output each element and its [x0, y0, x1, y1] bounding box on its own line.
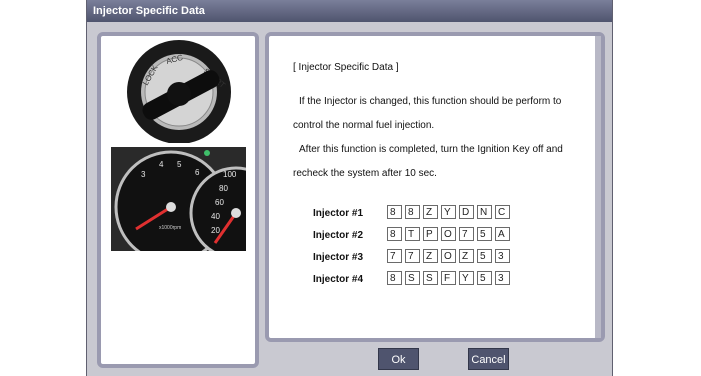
svg-text:3: 3 [141, 170, 146, 179]
svg-text:20: 20 [211, 226, 220, 235]
code-cell[interactable]: 3 [495, 249, 510, 263]
svg-text:4: 4 [159, 160, 164, 169]
code-cell[interactable]: 8 [387, 205, 402, 219]
code-cell[interactable]: 8 [405, 205, 420, 219]
code-cell[interactable]: 7 [387, 249, 402, 263]
injector-1-label: Injector #1 [313, 208, 364, 219]
code-cell[interactable]: Z [423, 205, 438, 219]
info-line-3: After this function is completed, turn t… [299, 144, 563, 155]
injector-4-code: 8 S S F Y 5 3 [387, 271, 510, 285]
code-cell[interactable]: O [441, 249, 456, 263]
code-cell[interactable]: 7 [405, 249, 420, 263]
code-cell[interactable]: T [405, 227, 420, 241]
code-cell[interactable]: 8 [387, 227, 402, 241]
code-cell[interactable]: A [495, 227, 510, 241]
code-cell[interactable]: S [423, 271, 438, 285]
code-cell[interactable]: 5 [477, 271, 492, 285]
injector-3-code: 7 7 Z O Z 5 3 [387, 249, 510, 263]
code-cell[interactable]: N [477, 205, 492, 219]
code-cell[interactable]: 5 [477, 227, 492, 241]
code-cell[interactable]: F [441, 271, 456, 285]
svg-text:5: 5 [177, 160, 182, 169]
code-cell[interactable]: 8 [387, 271, 402, 285]
svg-text:80: 80 [219, 184, 228, 193]
scrollbar[interactable] [595, 36, 601, 338]
code-cell[interactable]: D [459, 205, 474, 219]
injector-3-label: Injector #3 [313, 252, 364, 263]
code-cell[interactable]: Y [459, 271, 474, 285]
injector-2-label: Injector #2 [313, 230, 364, 241]
svg-text:60: 60 [215, 198, 224, 207]
svg-text:40: 40 [211, 212, 220, 221]
info-panel: [ Injector Specific Data ] If the Inject… [265, 32, 605, 342]
code-cell[interactable]: Y [441, 205, 456, 219]
svg-text:100: 100 [223, 170, 237, 179]
info-line-4: recheck the system after 10 sec. [293, 168, 437, 179]
dialog-title: Injector Specific Data [87, 0, 612, 22]
instrument-cluster-image: 3 4 5 6 100 80 60 40 20 x1000rpm [111, 147, 246, 251]
code-cell[interactable]: 3 [495, 271, 510, 285]
injector-2-code: 8 T P O 7 5 A [387, 227, 510, 241]
code-cell[interactable]: 7 [459, 227, 474, 241]
info-line-2: control the normal fuel injection. [293, 120, 435, 131]
code-cell[interactable]: Z [423, 249, 438, 263]
injector-data-dialog: Injector Specific Data LOCK ACC START 3 4 [86, 0, 613, 376]
injector-4-label: Injector #4 [313, 274, 364, 285]
injector-1-code: 8 8 Z Y D N C [387, 205, 510, 219]
ignition-key-image: LOCK ACC START [111, 38, 246, 143]
code-cell[interactable]: 5 [477, 249, 492, 263]
code-cell[interactable]: Z [459, 249, 474, 263]
ok-button[interactable]: Ok [378, 348, 419, 370]
info-line-1: If the Injector is changed, this functio… [299, 96, 562, 107]
code-cell[interactable]: O [441, 227, 456, 241]
code-cell[interactable]: S [405, 271, 420, 285]
code-cell[interactable]: P [423, 227, 438, 241]
image-panel: LOCK ACC START 3 4 5 6 100 80 60 40 20 x1000r… [97, 32, 259, 368]
svg-text:6: 6 [195, 168, 200, 177]
section-heading: [ Injector Specific Data ] [293, 62, 399, 73]
cancel-button[interactable]: Cancel [468, 348, 509, 370]
svg-text:x1000rpm: x1000rpm [159, 225, 181, 231]
code-cell[interactable]: C [495, 205, 510, 219]
